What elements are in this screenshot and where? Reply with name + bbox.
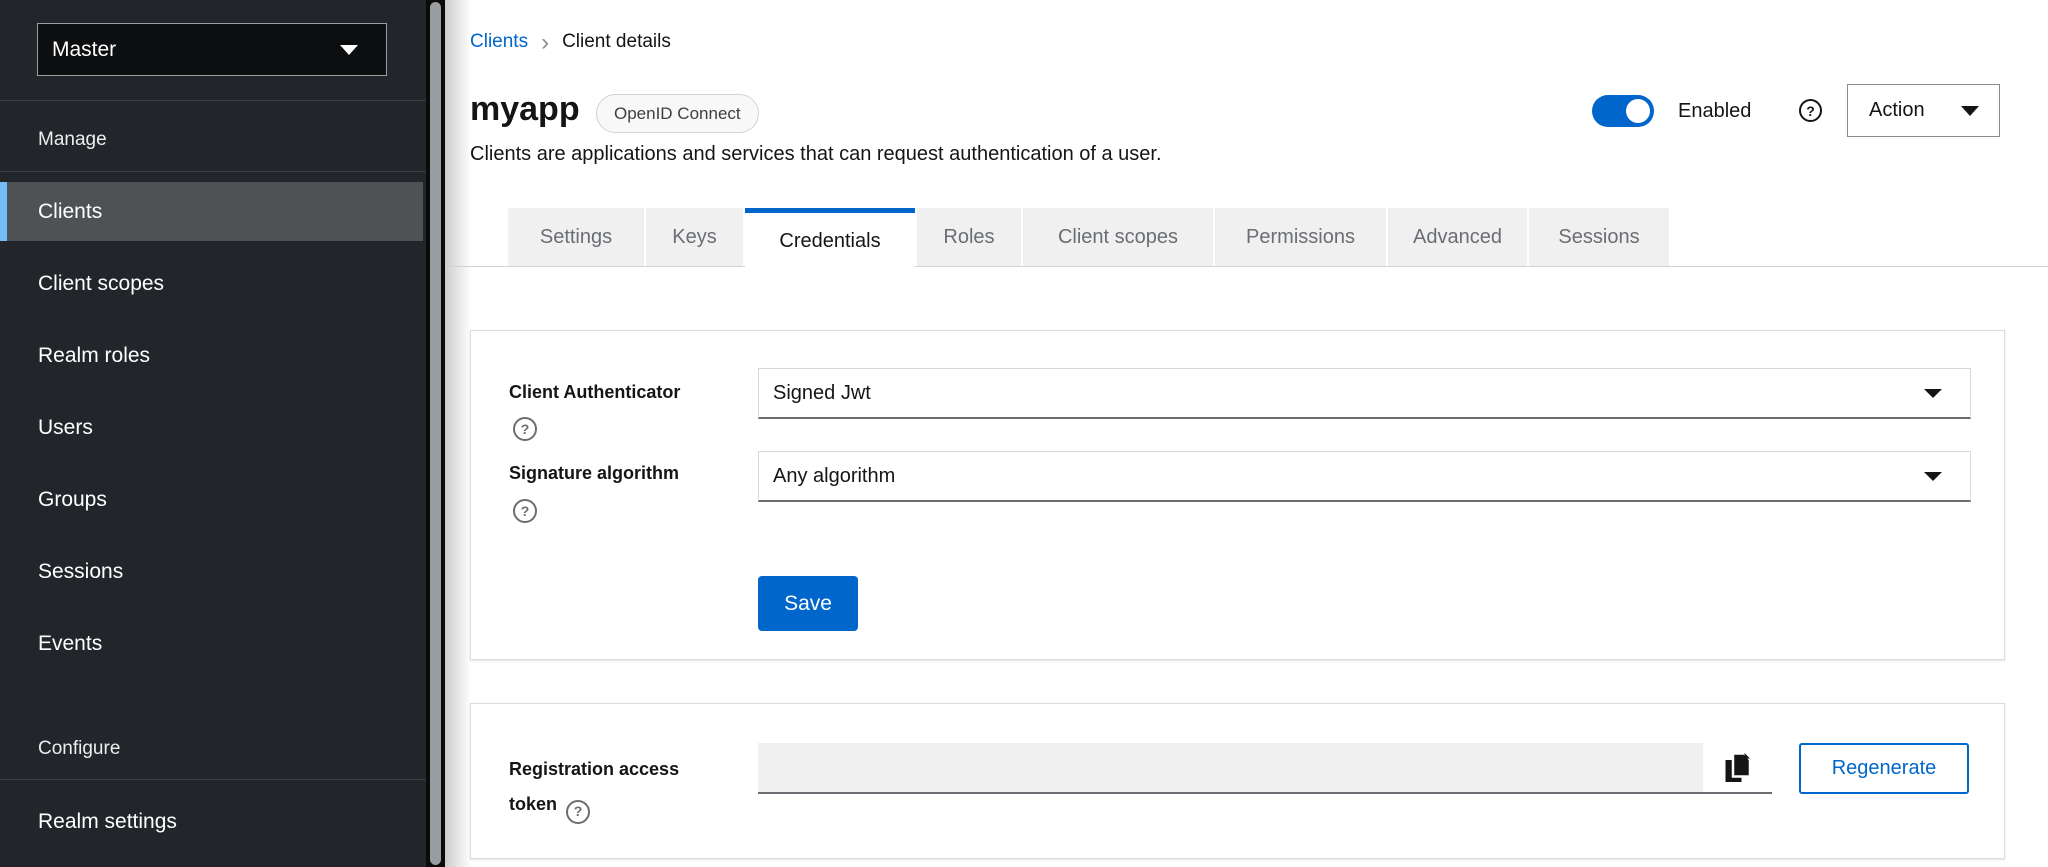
protocol-badge: OpenID Connect [596,94,759,133]
chevron-down-icon [1924,389,1942,398]
registration-access-token-input[interactable] [758,743,1703,792]
copy-icon [1724,752,1752,784]
tab-advanced[interactable]: Advanced [1388,208,1527,266]
nav-section-title-manage: Manage [38,129,107,151]
client-authenticator-select[interactable]: Signed Jwt [758,368,1971,419]
tab-roles[interactable]: Roles [917,208,1021,266]
sidebar-item-users[interactable]: Users [0,398,423,457]
breadcrumb-separator-icon: › [541,33,549,52]
client-authenticator-label: Client Authenticator [509,382,680,403]
realm-selector-label: Master [52,38,116,62]
registration-access-token-label-text: Registration access token [509,759,679,814]
regenerate-button[interactable]: Regenerate [1799,743,1969,794]
sidebar-item-label: Client scopes [38,272,164,296]
signature-algorithm-label: Signature algorithm [509,463,679,484]
sidebar-item-label: Users [38,416,93,440]
sidebar-item-label: Clients [38,200,102,224]
sidebar-item-label: Events [38,632,102,656]
signature-algorithm-select[interactable]: Any algorithm [758,451,1971,502]
chevron-down-icon [340,45,358,55]
sidebar-divider [0,779,426,780]
sidebar-scrollbar-thumb[interactable] [430,2,441,865]
tab-keys[interactable]: Keys [646,208,743,266]
action-dropdown-button[interactable]: Action [1847,84,2000,137]
save-button[interactable]: Save [758,576,858,631]
client-description: Clients are applications and services th… [470,143,1162,166]
action-dropdown-label: Action [1869,99,1925,122]
sidebar-item-label: Groups [38,488,107,512]
sidebar-item-groups[interactable]: Groups [0,470,423,529]
registration-token-card: Registration access token? Regenerate [470,703,2005,859]
tab-settings[interactable]: Settings [508,208,644,266]
nav-section-title-configure: Configure [38,738,120,760]
enabled-toggle[interactable] [1592,95,1654,127]
tab-sessions[interactable]: Sessions [1529,208,1669,266]
help-icon[interactable]: ? [513,417,537,441]
credentials-card: Client Authenticator ? Signed Jwt Signat… [470,330,2005,660]
breadcrumb-link-clients[interactable]: Clients [470,31,528,53]
sidebar-item-label: Realm roles [38,344,150,368]
help-icon[interactable]: ? [1799,99,1822,122]
sidebar-scrollbar-track [426,0,445,867]
tab-permissions[interactable]: Permissions [1215,208,1386,266]
breadcrumb: Clients › Client details [470,31,671,53]
sidebar-item-realm-settings[interactable]: Realm settings [0,792,423,851]
registration-access-token-label: Registration access token? [509,752,727,824]
sidebar-divider [0,171,426,172]
tab-bar: Settings Keys Credentials Roles Client s… [508,208,1669,270]
tab-credentials[interactable]: Credentials [745,208,915,270]
sidebar-item-label: Realm settings [38,810,177,834]
sidebar: Master Manage Clients Client scopes Real… [0,0,426,867]
breadcrumb-current: Client details [562,31,671,53]
sidebar-item-clients[interactable]: Clients [0,182,423,241]
sidebar-divider [0,100,426,101]
sidebar-item-realm-roles[interactable]: Realm roles [0,326,423,385]
app-root: Master Manage Clients Client scopes Real… [0,0,2048,867]
client-authenticator-value: Signed Jwt [773,382,871,405]
sidebar-item-client-scopes[interactable]: Client scopes [0,254,423,313]
toggle-knob [1626,99,1650,123]
chevron-down-icon [1924,472,1942,481]
sidebar-item-label: Sessions [38,560,123,584]
sidebar-shadow [445,0,471,867]
copy-button[interactable] [1703,743,1772,792]
page-title: myapp [470,90,580,129]
token-input-group [758,743,1772,794]
enabled-toggle-label: Enabled [1678,100,1751,123]
signature-algorithm-value: Any algorithm [773,465,895,488]
help-icon[interactable]: ? [513,499,537,523]
sidebar-item-sessions[interactable]: Sessions [0,542,423,601]
chevron-down-icon [1961,106,1979,116]
tab-client-scopes[interactable]: Client scopes [1023,208,1213,266]
realm-selector-button[interactable]: Master [37,23,387,76]
help-icon[interactable]: ? [566,800,590,824]
sidebar-item-events[interactable]: Events [0,614,423,673]
